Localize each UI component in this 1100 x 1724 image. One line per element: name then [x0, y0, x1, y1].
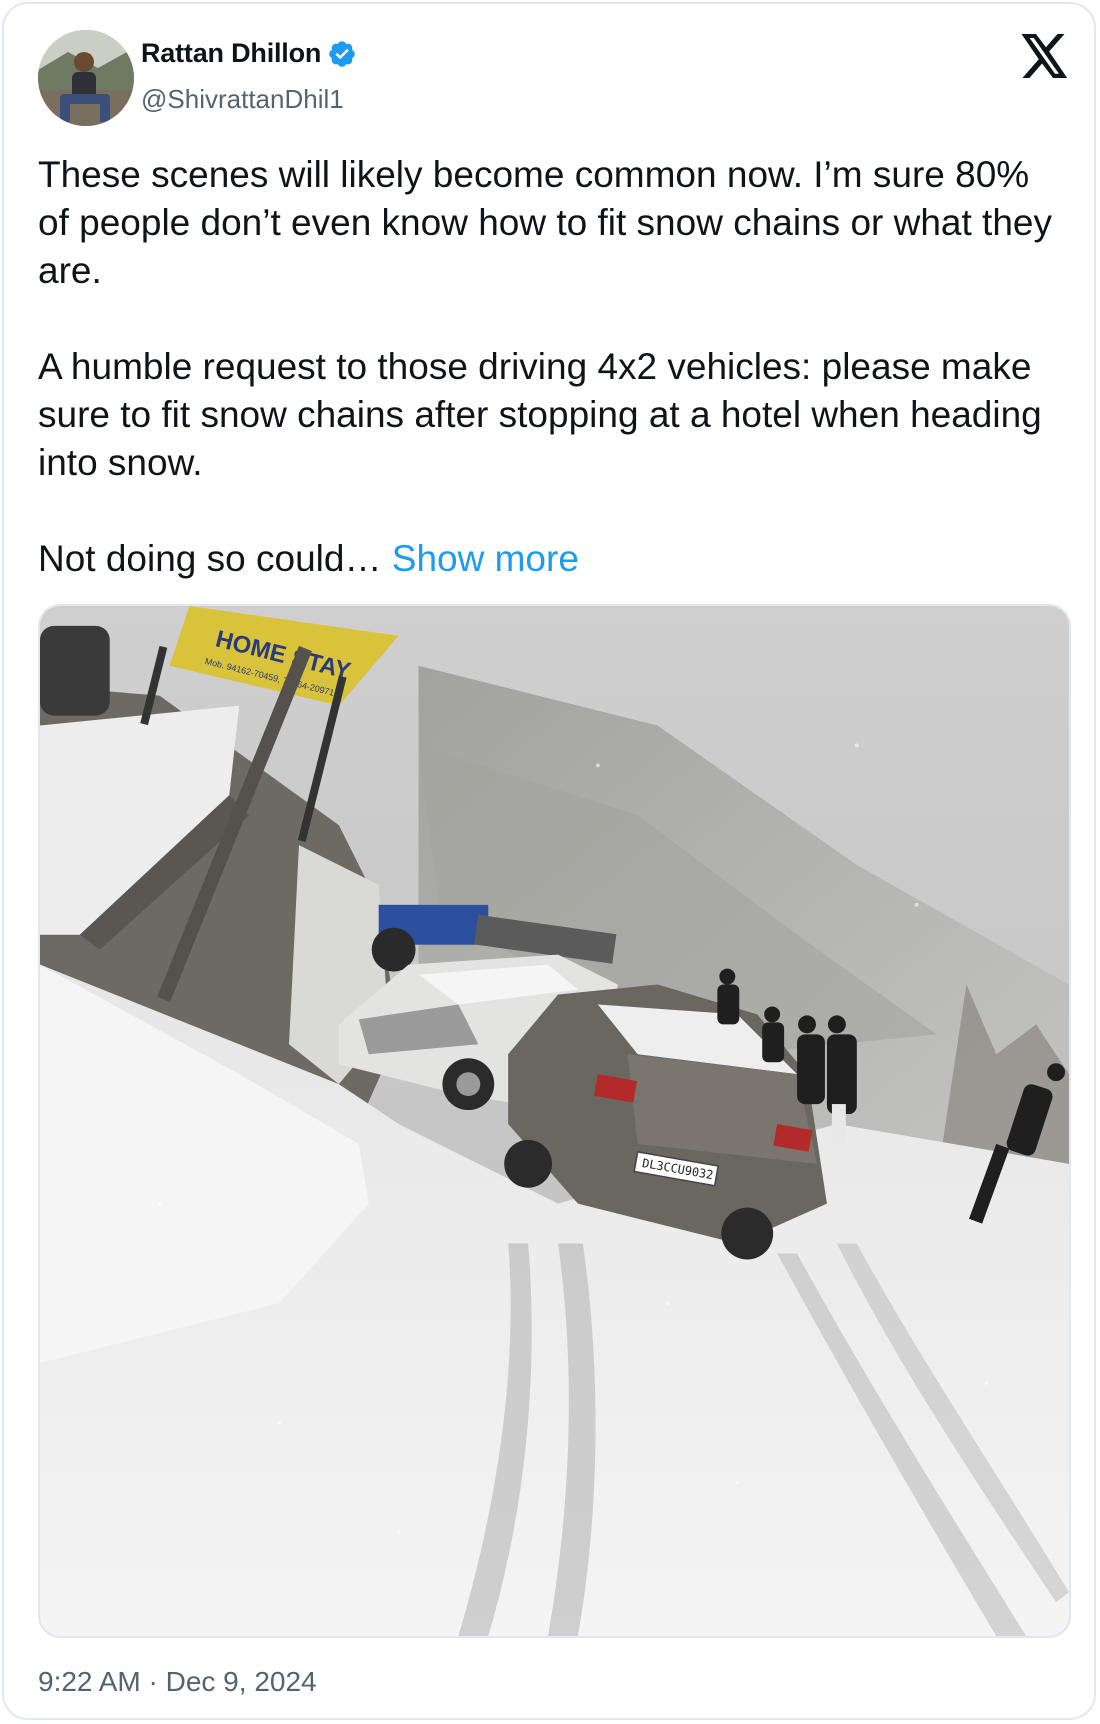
verified-badge-icon: [329, 40, 356, 67]
tweet-timestamp[interactable]: 9:22 AM · Dec 9, 2024: [38, 1666, 317, 1698]
avatar[interactable]: [38, 30, 134, 126]
tweet-text: These scenes will likely become common n…: [38, 151, 1058, 583]
tweet-paragraph-2: A humble request to those driving 4x2 ve…: [38, 346, 1042, 483]
tweet-paragraph-3: Not doing so could… Show more: [38, 535, 1058, 583]
author-name[interactable]: Rattan Dhillon: [141, 38, 321, 69]
tweet-truncated-text: Not doing so could…: [38, 538, 382, 579]
tweet-card: Rattan Dhillon @ShivrattanDhil1 These sc…: [2, 2, 1096, 1720]
author-handle[interactable]: @ShivrattanDhil1: [141, 84, 344, 115]
author-name-row: Rattan Dhillon: [141, 38, 357, 69]
show-more-link[interactable]: Show more: [392, 538, 579, 579]
snow-road-photo: HOME STAY Mob. 94162-70459, 78764-20971: [40, 606, 1069, 1636]
tweet-photo[interactable]: HOME STAY Mob. 94162-70459, 78764-20971: [38, 604, 1071, 1638]
avatar-image: [38, 30, 134, 126]
x-logo-icon[interactable]: [1021, 34, 1069, 78]
tweet-paragraph-1: These scenes will likely become common n…: [38, 154, 1052, 291]
